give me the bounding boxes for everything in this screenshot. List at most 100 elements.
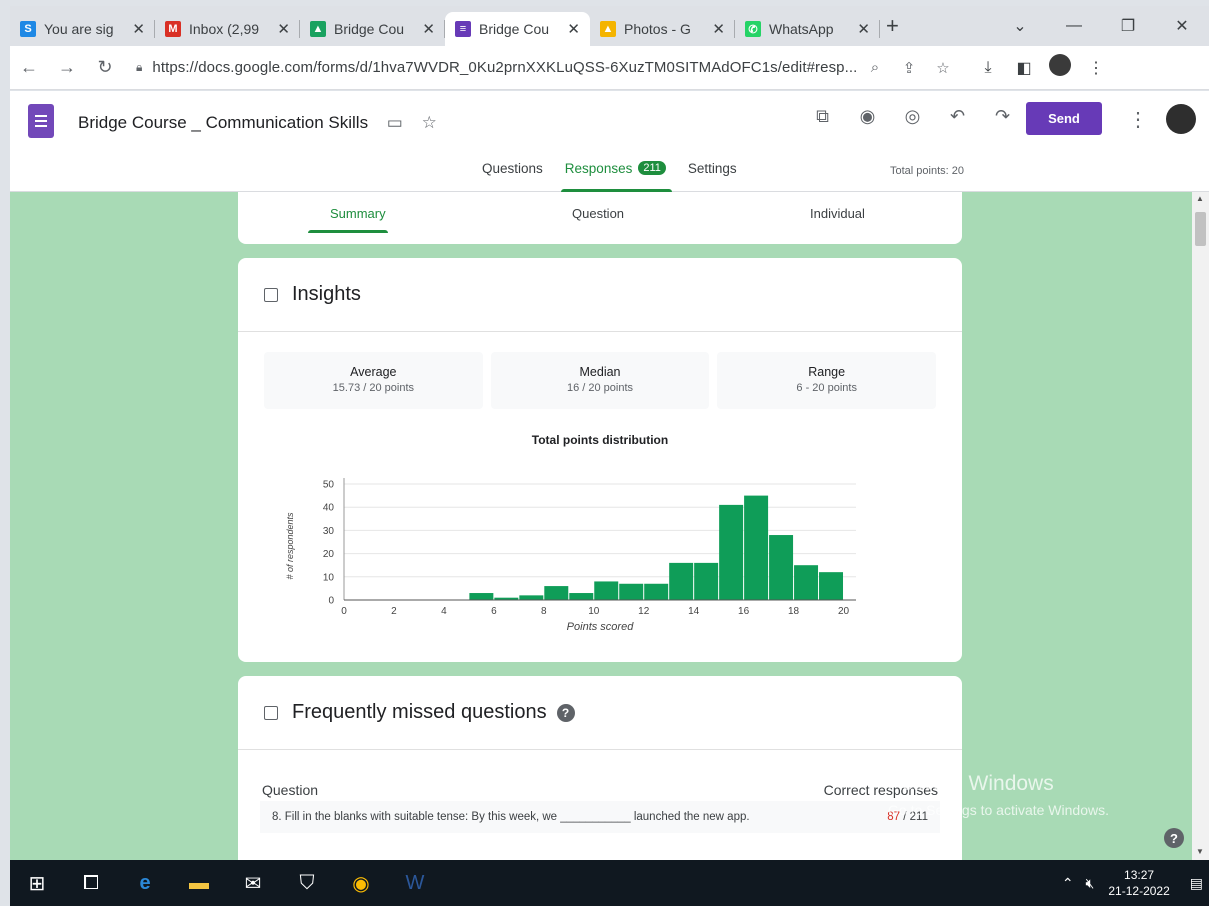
restore-button[interactable]: ❐ (1101, 16, 1155, 36)
word-icon[interactable]: W (388, 872, 442, 895)
chrome-icon[interactable]: ◉ (334, 871, 388, 896)
url-text[interactable]: https://docs.google.com/forms/d/1hva7WVD… (152, 59, 858, 76)
folder-icon[interactable]: ▭ (387, 113, 403, 132)
new-tab-button[interactable]: + (886, 13, 899, 39)
help-fab-icon[interactable]: ? (1164, 828, 1184, 848)
bar-6 (619, 583, 644, 600)
windows-taskbar: ⊞ ⧠ e ▬ ✉ ⛉ ◉ W ⌃ 🔇︎ 13:27 21-12-2022 ▤ (10, 860, 1209, 906)
tab-responses[interactable]: Responses 211 (560, 161, 672, 192)
x-tick-label-10: 20 (838, 606, 850, 617)
browser-tab-5[interactable]: ✆ WhatsApp ✕ (735, 12, 880, 46)
close-window-button[interactable]: ✕ (1155, 16, 1209, 36)
tray-chevron-icon[interactable]: ⌃ (1062, 875, 1074, 892)
browser-tab-4[interactable]: ▲ Photos - G ✕ (590, 12, 735, 46)
zoom-icon[interactable]: ⌕ (858, 59, 892, 76)
subtab-question[interactable]: Question (572, 206, 624, 221)
forward-icon[interactable]: → (48, 57, 86, 78)
scroll-thumb[interactable] (1195, 212, 1206, 246)
browser-tab-3[interactable]: ≡ Bridge Cou ✕ (445, 12, 590, 46)
task-view-icon[interactable]: ⧠ (64, 872, 118, 895)
missed-header: Frequently missed questions ? (238, 676, 962, 750)
system-tray: ⌃ 🔇︎ 13:27 21-12-2022 ▤ (1056, 860, 1209, 906)
y-axis-label: # of respondents (285, 512, 295, 580)
y-tick-label-1: 10 (323, 572, 335, 583)
store-icon[interactable]: ⛉ (280, 872, 334, 895)
tab-title: WhatsApp (769, 21, 834, 37)
omnibox-actions: ⌕ ⇪ ☆ (858, 59, 960, 77)
preview-eye-icon[interactable]: ◎ (890, 106, 935, 127)
back-icon[interactable]: ← (10, 57, 48, 78)
help-icon[interactable]: ? (556, 703, 575, 722)
tab-favicon-icon: S (20, 21, 36, 37)
notifications-icon[interactable]: ▤ (1190, 875, 1203, 892)
x-tick-label-6: 12 (638, 606, 650, 617)
reload-icon[interactable]: ↻ (86, 57, 124, 78)
scroll-down-icon[interactable]: ▼ (1196, 847, 1204, 856)
tab-favicon-icon: ≡ (455, 21, 471, 37)
bar-10 (719, 504, 744, 600)
browser-tabs: S You are sig ✕ M Inbox (2,99 ✕ ▲ Bridge Cou ✕ ≡ B… (10, 6, 880, 46)
taskbar-clock[interactable]: 13:27 21-12-2022 (1108, 867, 1169, 899)
browser-tab-2[interactable]: ▲ Bridge Cou ✕ (300, 12, 445, 46)
tab-close-icon[interactable]: ✕ (277, 20, 290, 38)
bookmark-star-icon[interactable]: ☆ (926, 59, 960, 77)
tab-close-icon[interactable]: ✕ (857, 20, 870, 38)
main-tabs: Questions Responses 211 Settings (482, 161, 759, 192)
col-question: Question (262, 782, 319, 798)
tab-close-icon[interactable]: ✕ (567, 20, 580, 38)
subtab-summary[interactable]: Summary (330, 206, 386, 221)
undo-icon[interactable]: ↶ (935, 106, 980, 127)
share-icon[interactable]: ⇪ (892, 59, 926, 77)
tab-close-icon[interactable]: ✕ (132, 20, 145, 38)
edge-browser-icon[interactable]: e (118, 872, 172, 895)
star-icon[interactable]: ☆ (422, 113, 437, 132)
responses-count-badge: 211 (638, 161, 666, 175)
profile-avatar[interactable] (1042, 54, 1078, 81)
insights-header: Insights (238, 258, 962, 332)
bar-2 (519, 595, 544, 600)
address-bar[interactable]: 🔒︎ https://docs.google.com/forms/d/1hva7… (130, 52, 960, 84)
subtab-individual[interactable]: Individual (810, 206, 865, 221)
windows-activation-watermark: Activate Windows Go to Settings to activ… (888, 772, 1109, 818)
file-explorer-icon[interactable]: ▬ (172, 872, 226, 895)
addon-icon[interactable]: ⧉ (800, 106, 845, 127)
page-scrollbar[interactable]: ▲ ▼ (1192, 192, 1209, 860)
stat-median-label: Median (579, 365, 621, 379)
insights-card: Insights Average 15.73 / 20 points Media… (238, 258, 962, 662)
tab-questions-label: Questions (482, 161, 543, 176)
form-title[interactable]: Bridge Course _ Communication Skills ▭ ☆ (78, 113, 437, 133)
clock-date: 21-12-2022 (1108, 884, 1170, 898)
volume-muted-icon[interactable]: 🔇︎ (1086, 875, 1095, 892)
download-icon[interactable]: ⤓ (970, 59, 1006, 77)
mail-icon[interactable]: ✉ (226, 871, 280, 896)
browser-tab-1[interactable]: M Inbox (2,99 ✕ (155, 12, 300, 46)
toolbar-right: ⤓ ◧ ⋮ (970, 54, 1114, 81)
minimize-button[interactable]: — (1047, 17, 1101, 35)
browser-menu-icon[interactable]: ⋮ (1078, 58, 1114, 78)
summary-subtabs-card: Summary Question Individual (238, 192, 962, 244)
palette-icon[interactable]: ◉ (845, 106, 890, 127)
missed-question-row[interactable]: 8. Fill in the blanks with suitable tens… (260, 801, 940, 833)
tab-title: Bridge Cou (479, 21, 550, 37)
stat-range-label: Range (808, 365, 846, 379)
tab-questions[interactable]: Questions (482, 161, 543, 192)
lock-icon[interactable]: 🔒︎ (136, 60, 142, 75)
forms-logo-icon[interactable] (28, 104, 54, 138)
start-windows-icon[interactable]: ⊞ (10, 871, 64, 896)
scroll-up-icon[interactable]: ▲ (1196, 194, 1204, 203)
account-avatar[interactable] (1166, 104, 1196, 134)
bar-chart-icon (264, 287, 278, 302)
responses-content: Summary Question Individual Insights Ave… (10, 192, 1192, 860)
x-tick-label-7: 14 (688, 606, 700, 617)
tab-settings[interactable]: Settings (688, 161, 737, 192)
tab-search-icon[interactable]: ⌄ (993, 16, 1047, 36)
side-panel-icon[interactable]: ◧ (1006, 58, 1042, 78)
browser-tab-0[interactable]: S You are sig ✕ (10, 12, 155, 46)
redo-icon[interactable]: ↷ (980, 106, 1025, 127)
tab-close-icon[interactable]: ✕ (422, 20, 435, 38)
insights-title: Insights (292, 283, 361, 305)
send-button[interactable]: Send (1026, 102, 1102, 135)
more-options-icon[interactable]: ⋮ (1128, 107, 1148, 132)
tab-close-icon[interactable]: ✕ (712, 20, 725, 38)
tab-title: Inbox (2,99 (189, 21, 260, 37)
